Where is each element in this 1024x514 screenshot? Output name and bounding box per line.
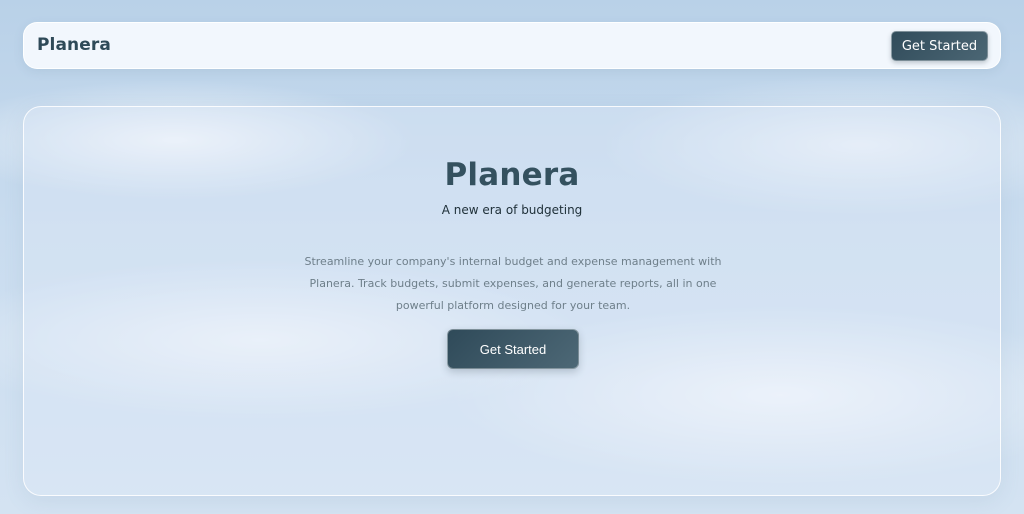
hero-subtitle: A new era of budgeting <box>441 203 583 217</box>
brand-logo[interactable]: Planera <box>37 35 111 55</box>
hero-get-started-button[interactable]: Get Started <box>447 329 579 369</box>
hero-title: Planera <box>444 157 580 193</box>
hero-card: Planera A new era of budgeting Streamlin… <box>23 106 1001 496</box>
hero-description: Streamline your company's internal budge… <box>304 255 722 312</box>
nav-get-started-button[interactable]: Get Started <box>891 31 988 61</box>
top-navbar: Planera Get Started <box>23 22 1001 69</box>
